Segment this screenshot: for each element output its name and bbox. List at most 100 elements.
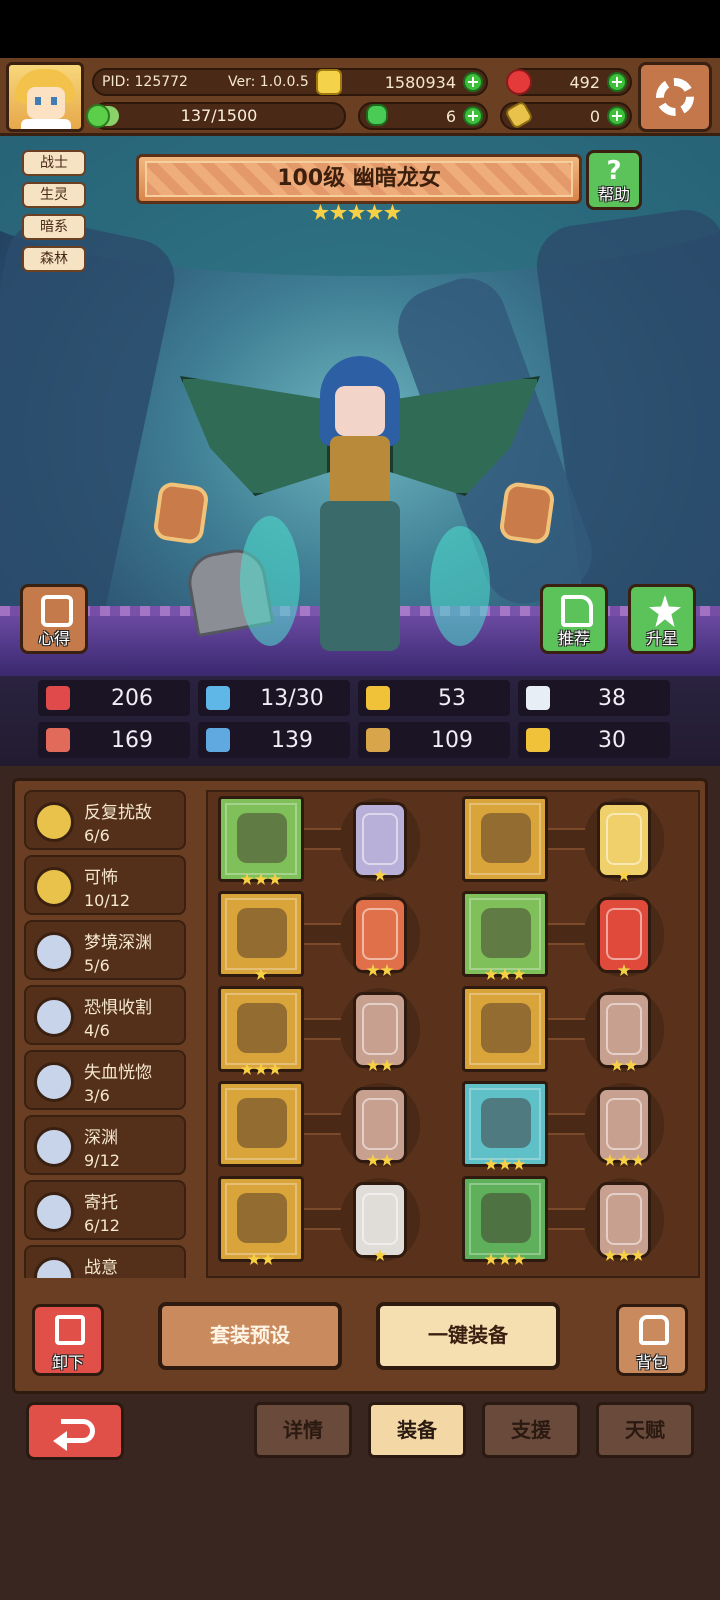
rarity-stars bbox=[600, 869, 648, 881]
equipment-slot[interactable] bbox=[462, 796, 548, 882]
rarity-stars bbox=[356, 1249, 404, 1261]
bear-icon bbox=[237, 908, 287, 958]
star-icon bbox=[380, 1059, 394, 1071]
auto-equip-button[interactable]: 一键装备 bbox=[376, 1302, 560, 1370]
unequip-label: 卸下 bbox=[51, 1353, 84, 1372]
equipment-slot[interactable] bbox=[462, 891, 548, 980]
equipment-slot[interactable] bbox=[462, 986, 548, 1072]
star-icon bbox=[254, 1063, 268, 1075]
set-bonus-item[interactable]: 深渊 9/12 bbox=[24, 1115, 186, 1175]
equipment-slot[interactable] bbox=[218, 1081, 304, 1167]
stat-value: 53 bbox=[438, 685, 466, 711]
add-gems-button[interactable]: + bbox=[607, 72, 627, 92]
clover-icon bbox=[366, 104, 388, 126]
tab-details[interactable]: 详情 bbox=[254, 1402, 352, 1458]
back-button[interactable] bbox=[26, 1402, 124, 1460]
set-bonus-item[interactable]: 可怖 10/12 bbox=[24, 855, 186, 915]
rune-slot[interactable] bbox=[597, 897, 651, 976]
rarity-stars bbox=[356, 869, 404, 881]
set-medal-icon bbox=[34, 932, 74, 972]
star-icon bbox=[603, 1154, 617, 1166]
rune-icon bbox=[606, 908, 642, 960]
rarity-stars bbox=[356, 1154, 404, 1166]
set-preset-button[interactable]: 套装预设 bbox=[158, 1302, 342, 1370]
rarity-stars bbox=[600, 1249, 648, 1261]
rune-slot[interactable] bbox=[353, 1182, 407, 1261]
add-key-button[interactable]: + bbox=[607, 106, 627, 126]
equipment-slot[interactable] bbox=[218, 986, 304, 1075]
heart-amulet-icon bbox=[237, 1003, 287, 1053]
add-gold-button[interactable]: + bbox=[463, 72, 483, 92]
unequip-button[interactable]: 卸下 bbox=[32, 1304, 104, 1376]
stat-value: 38 bbox=[598, 685, 626, 711]
rune-slot[interactable] bbox=[353, 802, 407, 881]
set-count: 9/12 bbox=[84, 1151, 120, 1170]
arrow-down-icon bbox=[55, 1315, 85, 1345]
set-medal-icon bbox=[34, 802, 74, 842]
stat-horseshoe: 30 bbox=[518, 722, 670, 758]
prev-hero-button[interactable] bbox=[152, 480, 210, 546]
add-clover-button[interactable]: + bbox=[463, 106, 483, 126]
equipment-slot[interactable] bbox=[218, 1176, 304, 1265]
tab-equipment[interactable]: 装备 bbox=[368, 1402, 466, 1458]
rune-icon bbox=[362, 813, 398, 865]
bag-button[interactable]: 背包 bbox=[616, 1304, 688, 1376]
star-icon bbox=[373, 869, 387, 881]
equipment-slot[interactable] bbox=[462, 1176, 548, 1265]
star-icon bbox=[617, 869, 631, 881]
settings-button[interactable] bbox=[638, 62, 712, 132]
rune-icon bbox=[606, 813, 642, 865]
player-avatar[interactable] bbox=[6, 62, 84, 132]
tips-label: 心得 bbox=[37, 629, 70, 648]
rarity-stars bbox=[600, 1059, 648, 1071]
set-bonus-item[interactable]: 失血恍惚 3/6 bbox=[24, 1050, 186, 1110]
star-icon bbox=[512, 1253, 526, 1265]
rune-slot[interactable] bbox=[353, 1087, 407, 1166]
star-icon bbox=[254, 873, 268, 885]
rune-slot[interactable] bbox=[597, 802, 651, 881]
star-icon bbox=[624, 1059, 638, 1071]
set-medal-icon bbox=[34, 1062, 74, 1102]
tips-button[interactable]: 心得 bbox=[20, 584, 88, 654]
star-up-button[interactable]: 升星 bbox=[628, 584, 696, 654]
rune-slot[interactable] bbox=[597, 1182, 651, 1261]
rune-slot[interactable] bbox=[353, 897, 407, 976]
set-bonus-item[interactable]: 反复扰敌 6/6 bbox=[24, 790, 186, 850]
set-count: 5/6 bbox=[84, 956, 110, 975]
tab-talent[interactable]: 天赋 bbox=[596, 1402, 694, 1458]
shield-icon bbox=[366, 686, 390, 710]
stat-boot: 109 bbox=[358, 722, 510, 758]
rarity-stars bbox=[465, 1158, 545, 1170]
pid-version-pill: PID: 125772 Ver: 1.0.0.5 bbox=[92, 68, 348, 96]
tab-support[interactable]: 支援 bbox=[482, 1402, 580, 1458]
help-button[interactable]: ? 帮助 bbox=[586, 150, 642, 210]
equipment-slot[interactable] bbox=[218, 891, 304, 980]
set-count: 6/12 bbox=[84, 1216, 120, 1235]
stat-fist: 169 bbox=[38, 722, 190, 758]
hero-star-icon bbox=[348, 204, 365, 220]
stat-shield: 53 bbox=[358, 680, 510, 716]
set-bonus-item[interactable]: 战意 bbox=[24, 1245, 186, 1278]
rune-slot[interactable] bbox=[597, 1087, 651, 1166]
set-bonus-item[interactable]: 梦境深渊 5/6 bbox=[24, 920, 186, 980]
rune-icon bbox=[606, 1003, 642, 1055]
next-hero-button[interactable] bbox=[498, 480, 556, 546]
rarity-stars bbox=[221, 1253, 301, 1265]
hero-star-icon bbox=[384, 204, 401, 220]
hero-star-rating bbox=[312, 204, 404, 222]
cloak-icon bbox=[481, 908, 531, 958]
rune-icon bbox=[606, 1098, 642, 1150]
equipment-slot[interactable] bbox=[462, 1081, 548, 1170]
stat-value: 30 bbox=[598, 727, 626, 753]
rune-slot[interactable] bbox=[353, 992, 407, 1071]
hero-star-icon bbox=[312, 204, 329, 220]
set-bonus-item[interactable]: 恐惧收割 4/6 bbox=[24, 985, 186, 1045]
stat-value: 206 bbox=[111, 685, 153, 711]
xp-bar: 137/1500 bbox=[86, 102, 346, 130]
recommend-button[interactable]: 推荐 bbox=[540, 584, 608, 654]
rune-slot[interactable] bbox=[597, 992, 651, 1071]
set-bonus-item[interactable]: 寄托 6/12 bbox=[24, 1180, 186, 1240]
set-bonus-list[interactable]: 反复扰敌 6/6 可怖 10/12 梦境深渊 5/6 恐惧收割 4/6 失血恍惚 3/6 深渊 9/1… bbox=[24, 790, 192, 1278]
set-count: 6/6 bbox=[84, 826, 110, 845]
equipment-slot[interactable] bbox=[218, 796, 304, 885]
